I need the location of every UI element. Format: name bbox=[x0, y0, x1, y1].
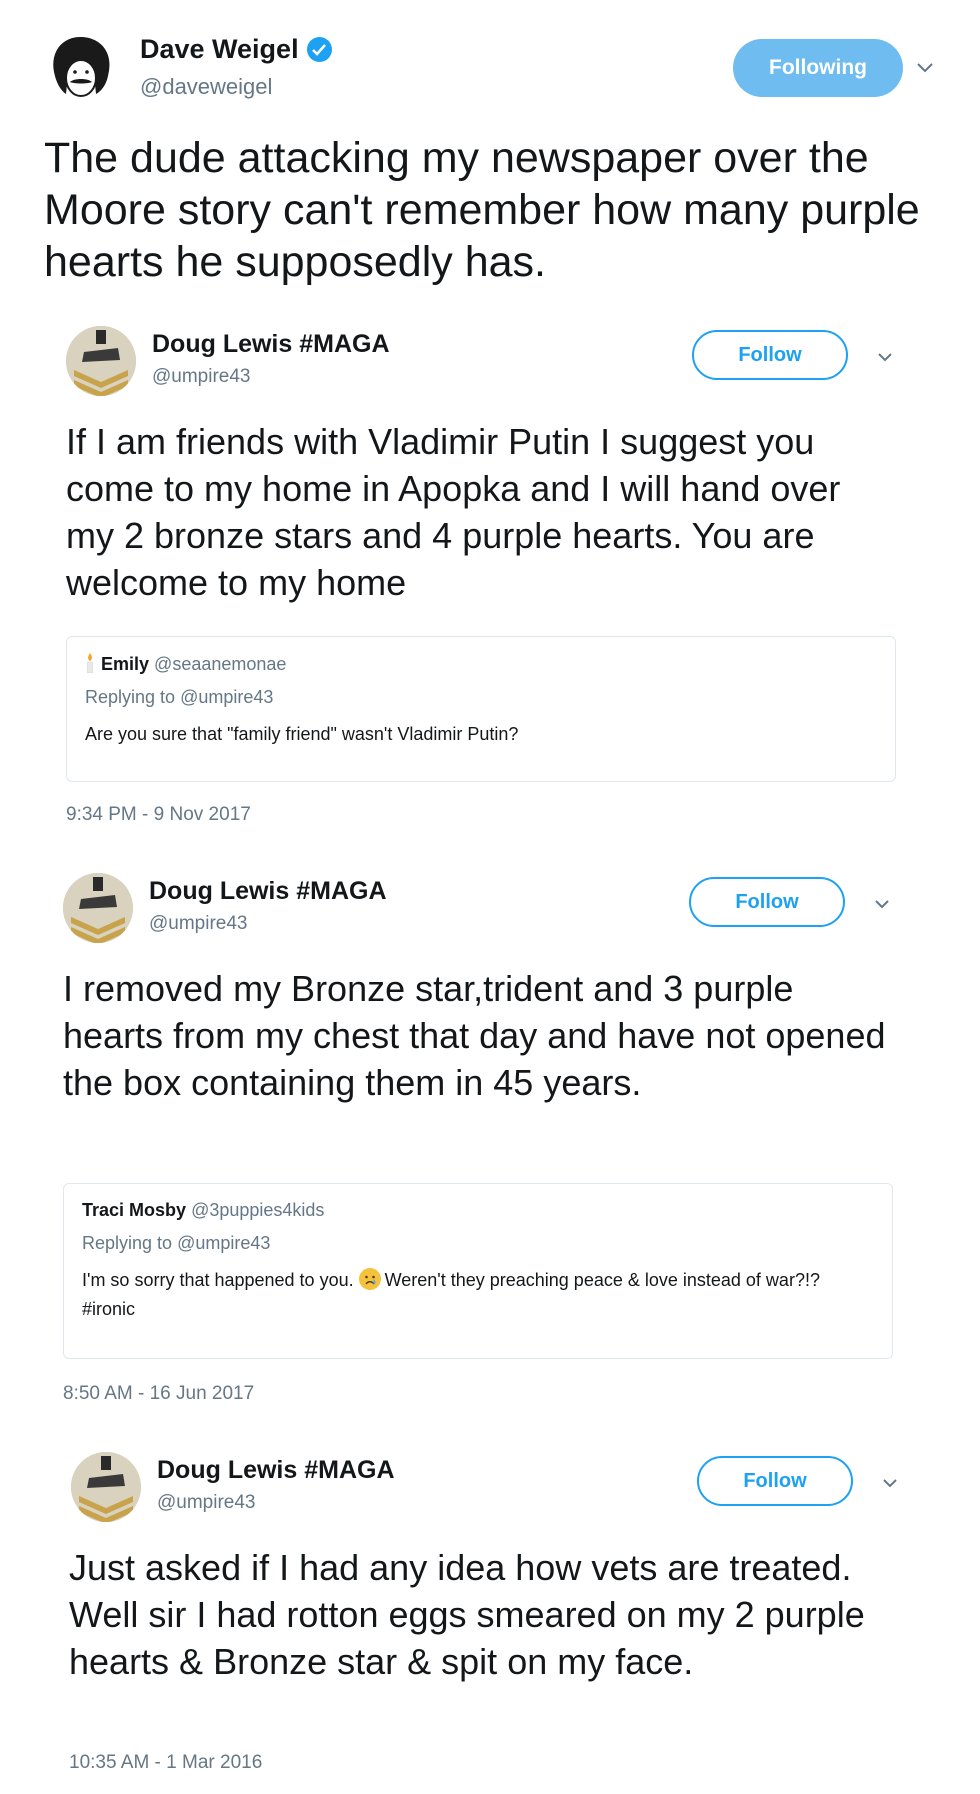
quoted-text-part: I'm so sorry that happened to you. bbox=[82, 1270, 359, 1290]
avatar-illustration bbox=[63, 873, 133, 943]
follow-button[interactable]: Follow bbox=[692, 330, 848, 380]
tweet-text: I removed my Bronze star,trident and 3 p… bbox=[63, 968, 886, 1103]
quoted-author-name[interactable]: Emily bbox=[101, 654, 149, 674]
author-name[interactable]: Doug Lewis #MAGA bbox=[149, 877, 387, 906]
author-name-text[interactable]: Dave Weigel bbox=[140, 34, 299, 65]
embedded-tweet: Doug Lewis #MAGA @umpire43 Follow If I a… bbox=[66, 326, 906, 825]
tweet-text: Just asked if I had any idea how vets ar… bbox=[69, 1547, 865, 1682]
quoted-author-handle[interactable]: @3puppies4kids bbox=[191, 1200, 324, 1220]
tweet-timestamp[interactable]: 8:50 AM - 16 Jun 2017 bbox=[63, 1383, 254, 1405]
avatar-illustration bbox=[71, 1452, 141, 1522]
quoted-author-name[interactable]: Traci Mosby bbox=[82, 1200, 186, 1220]
replying-to: Replying to @umpire43 bbox=[82, 1233, 874, 1254]
tweet-text: If I am friends with Vladimir Putin I su… bbox=[66, 421, 841, 603]
avatar[interactable] bbox=[66, 326, 136, 396]
quoted-author[interactable]: Traci Mosby @3puppies4kids bbox=[82, 1200, 874, 1221]
replying-to-handle[interactable]: @umpire43 bbox=[177, 1233, 270, 1253]
tweet-timestamp[interactable]: 10:35 AM - 1 Mar 2016 bbox=[69, 1752, 262, 1774]
replying-to-prefix: Replying to bbox=[85, 687, 176, 707]
chevron-down-icon[interactable] bbox=[874, 346, 896, 373]
avatar[interactable] bbox=[44, 32, 118, 106]
embedded-tweet: Doug Lewis #MAGA @umpire43 Follow I remo… bbox=[63, 873, 906, 1404]
replying-to-handle[interactable]: @umpire43 bbox=[180, 687, 273, 707]
avatar-illustration bbox=[66, 326, 136, 396]
author-handle[interactable]: @umpire43 bbox=[157, 1492, 256, 1514]
quoted-tweet[interactable]: Traci Mosby @3puppies4kids Replying to @… bbox=[63, 1183, 893, 1359]
candle-emoji-icon bbox=[85, 653, 95, 674]
verified-badge-icon bbox=[306, 37, 332, 62]
tweet-text: The dude attacking my newspaper over the… bbox=[44, 134, 920, 286]
crying-face-emoji-icon bbox=[358, 1268, 381, 1290]
follow-button[interactable]: Follow bbox=[697, 1456, 853, 1506]
quoted-author[interactable]: Emily @seaanemonae bbox=[85, 653, 877, 675]
author-handle[interactable]: @umpire43 bbox=[152, 366, 251, 388]
quoted-tweet[interactable]: Emily @seaanemonae Replying to @umpire43… bbox=[66, 636, 896, 782]
author-name[interactable]: Doug Lewis #MAGA bbox=[157, 1456, 395, 1485]
chevron-down-icon[interactable] bbox=[879, 1472, 901, 1499]
chevron-down-icon[interactable] bbox=[914, 57, 936, 84]
author-handle[interactable]: @umpire43 bbox=[149, 913, 248, 935]
quoted-tweet-text: Are you sure that "family friend" wasn't… bbox=[85, 724, 519, 744]
avatar[interactable] bbox=[71, 1452, 141, 1522]
following-button[interactable]: Following bbox=[733, 39, 903, 97]
author-name[interactable]: Dave Weigel bbox=[140, 34, 332, 65]
quoted-tweet-text: I'm so sorry that happened to you. Weren… bbox=[82, 1266, 874, 1324]
follow-button[interactable]: Follow bbox=[689, 877, 845, 927]
tweet-timestamp[interactable]: 9:34 PM - 9 Nov 2017 bbox=[66, 804, 251, 826]
replying-to: Replying to @umpire43 bbox=[85, 687, 877, 708]
quoted-author-handle[interactable]: @seaanemonae bbox=[154, 654, 286, 674]
author-handle[interactable]: @daveweigel bbox=[140, 74, 272, 100]
author-name[interactable]: Doug Lewis #MAGA bbox=[152, 330, 390, 359]
avatar[interactable] bbox=[63, 873, 133, 943]
replying-to-prefix: Replying to bbox=[82, 1233, 173, 1253]
embedded-tweet: Doug Lewis #MAGA @umpire43 Follow Just a… bbox=[66, 1452, 906, 1782]
avatar-illustration bbox=[53, 36, 110, 97]
chevron-down-icon[interactable] bbox=[871, 893, 893, 920]
